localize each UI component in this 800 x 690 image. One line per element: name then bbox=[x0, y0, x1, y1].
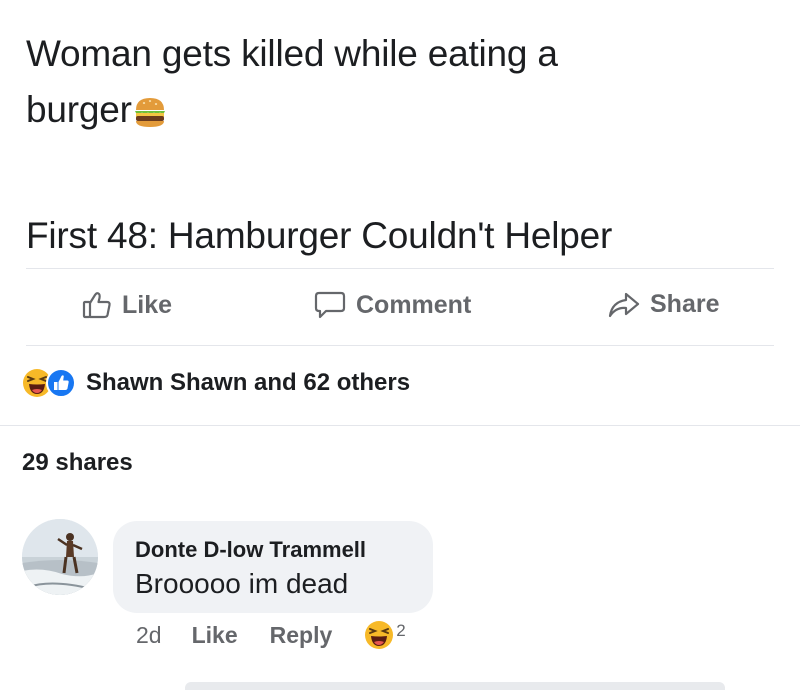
share-button[interactable]: Share bbox=[608, 290, 719, 319]
reactions-summary-text: Shawn Shawn and 62 others bbox=[86, 369, 411, 396]
comment-reactions[interactable]: 2 bbox=[364, 620, 406, 650]
divider bbox=[26, 345, 774, 346]
comment-timestamp[interactable]: 2d bbox=[136, 622, 162, 649]
like-reaction-icon bbox=[46, 368, 76, 398]
like-button[interactable]: Like bbox=[82, 290, 172, 320]
shares-count[interactable]: 29 shares bbox=[22, 449, 133, 477]
comment-author[interactable]: Donte D-low Trammell bbox=[135, 537, 366, 563]
post-text-line-1: Woman gets killed while eating a bbox=[26, 33, 558, 74]
divider bbox=[0, 425, 800, 426]
laughing-reaction-icon bbox=[364, 620, 394, 650]
like-label: Like bbox=[122, 290, 173, 319]
comment-button[interactable]: Comment bbox=[314, 290, 471, 320]
comment-reply-button[interactable]: Reply bbox=[270, 622, 333, 649]
comment-text: Brooooo im dead bbox=[135, 568, 349, 599]
thumbs-up-icon bbox=[82, 290, 112, 320]
burger-emoji-icon bbox=[133, 88, 167, 144]
reactions-summary[interactable]: Shawn Shawn and 62 others bbox=[22, 368, 410, 398]
comment-meta: 2d Like Reply 2 bbox=[136, 620, 406, 650]
post-text-burger-word: burger bbox=[26, 89, 132, 130]
post-text-line-3: First 48: Hamburger Couldn't Helper bbox=[26, 215, 613, 256]
post-actions-bar: Like Comment Share bbox=[0, 280, 800, 336]
share-label: Share bbox=[650, 290, 720, 318]
facebook-post: Woman gets killed while eating a burger … bbox=[0, 0, 800, 690]
post-text-line-2: burger bbox=[26, 82, 786, 144]
comment-bubble: Donte D-low Trammell Brooooo im dead bbox=[113, 521, 433, 613]
comment-reaction-count: 2 bbox=[396, 621, 406, 640]
comment-label: Comment bbox=[356, 290, 472, 319]
post-body: Woman gets killed while eating a burger … bbox=[26, 26, 786, 264]
comment-bubble-icon bbox=[314, 290, 346, 320]
avatar[interactable] bbox=[22, 519, 98, 595]
share-arrow-icon bbox=[608, 291, 640, 319]
comment-input-edge[interactable] bbox=[185, 682, 725, 690]
divider bbox=[26, 268, 774, 269]
comment-like-button[interactable]: Like bbox=[192, 622, 238, 649]
